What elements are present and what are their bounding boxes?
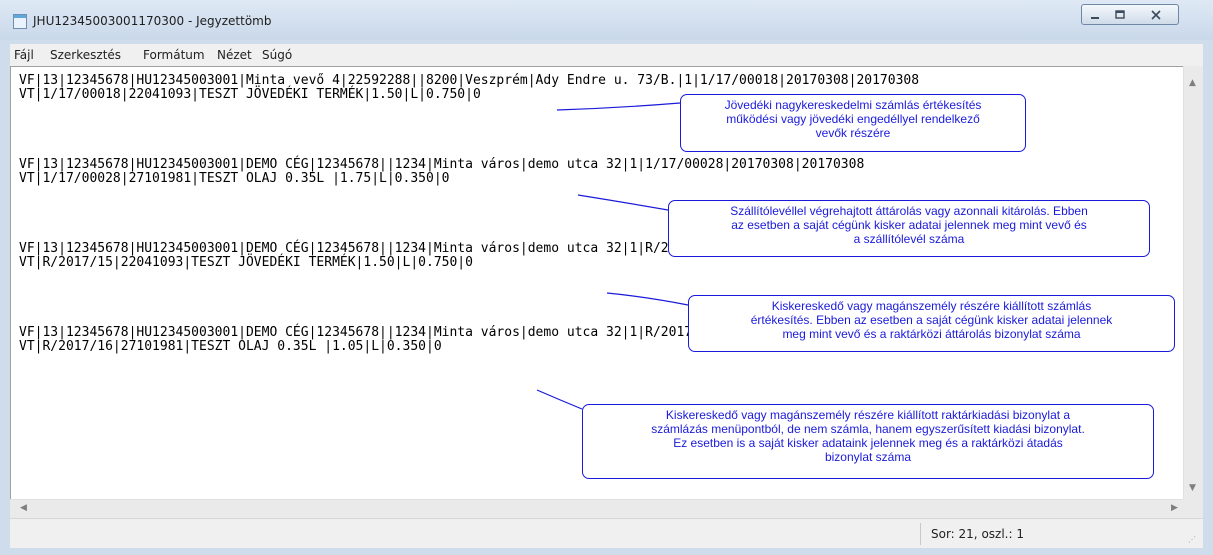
menu-edit[interactable]: Szerkesztés: [50, 48, 121, 62]
annotation-line: meg mint vevő és a raktárközi áttárolás …: [782, 327, 1081, 341]
notepad-window: JHU12345003001170300 - Jegyzettömb Fájl …: [0, 0, 1213, 555]
title-bar[interactable]: JHU12345003001170300 - Jegyzettömb: [0, 0, 1213, 40]
window-title: JHU12345003001170300 - Jegyzettömb: [33, 14, 272, 28]
annotation-callout: Szállítólevéllel végrehajtott áttárolás …: [668, 200, 1150, 257]
annotation-line: Ez esetben is a saját kisker adataink je…: [673, 436, 1063, 450]
scroll-left-icon[interactable]: ◀: [20, 503, 27, 513]
notepad-icon: [13, 14, 27, 29]
annotation-line: Kiskereskedő vagy magánszemély részére k…: [771, 299, 1092, 313]
vertical-scrollbar[interactable]: ▲ ▼: [1183, 66, 1203, 499]
text-line: [19, 186, 919, 200]
scroll-up-icon[interactable]: ▲: [1189, 78, 1196, 88]
menu-view[interactable]: Nézet: [217, 48, 252, 62]
resize-grip-icon[interactable]: ⋰: [1188, 535, 1196, 544]
text-line: VF|13|12345678|HU12345003001|DEMO CÉG|12…: [19, 157, 865, 172]
annotation-line: bizonylat száma: [824, 450, 912, 464]
annotation-line: számlázás menüpontból, de nem számla, ha…: [651, 422, 1085, 436]
scrollbar-corner: [1183, 499, 1203, 518]
annotation-line: Jövedéki nagykereskedelmi számlás értéke…: [724, 98, 982, 112]
scroll-down-icon[interactable]: ▼: [1189, 483, 1196, 493]
annotation-line: Szállítólevéllel végrehajtott áttárolás …: [730, 204, 1088, 218]
maximize-icon: [1115, 9, 1125, 19]
menu-format[interactable]: Formátum: [143, 48, 205, 62]
minimize-button[interactable]: [1081, 4, 1108, 25]
scroll-right-icon[interactable]: ▶: [1171, 503, 1178, 513]
text-line: VT|1/17/00028|27101981|TESZT OLAJ 0.35L …: [19, 171, 450, 186]
close-icon: [1150, 9, 1161, 20]
annotation-line: értékesítés. Ebben az esetben a saját cé…: [750, 313, 1113, 327]
annotation-callout: Kiskereskedő vagy magánszemély részére k…: [582, 404, 1154, 479]
cursor-position: Sor: 21, oszl.: 1: [931, 527, 1024, 541]
text-line: [19, 270, 919, 284]
annotation-line: a szállítólevél száma: [853, 232, 965, 246]
horizontal-scrollbar[interactable]: ◀ ▶: [10, 499, 1183, 518]
close-button[interactable]: [1133, 4, 1179, 25]
menu-help[interactable]: Súgó: [262, 48, 292, 62]
status-divider: [920, 523, 921, 545]
annotation-callout: Kiskereskedő vagy magánszemély részére k…: [688, 295, 1175, 352]
annotation-callout: Jövedéki nagykereskedelmi számlás értéke…: [680, 94, 1026, 152]
menu-file[interactable]: Fájl: [14, 48, 34, 62]
status-bar: Sor: 21, oszl.: 1 ⋰: [10, 518, 1203, 548]
annotation-line: működési vagy jövedéki engedéllyel rende…: [726, 112, 980, 126]
menu-bar: Fájl Szerkesztés Formátum Nézet Súgó: [10, 44, 1203, 66]
maximize-button[interactable]: [1107, 4, 1134, 25]
minimize-icon: [1090, 16, 1099, 19]
annotation-line: vevők részére: [815, 126, 891, 140]
text-line: VF|13|12345678|HU12345003001|Minta vevő …: [19, 73, 920, 88]
text-line: VT|R/2017/15|22041093|TESZT JÖVEDÉKI TER…: [19, 255, 473, 270]
annotation-line: Kiskereskedő vagy magánszemély részére k…: [665, 408, 1071, 422]
annotation-line: az esetben a saját cégünk kisker adatai …: [731, 218, 1087, 232]
